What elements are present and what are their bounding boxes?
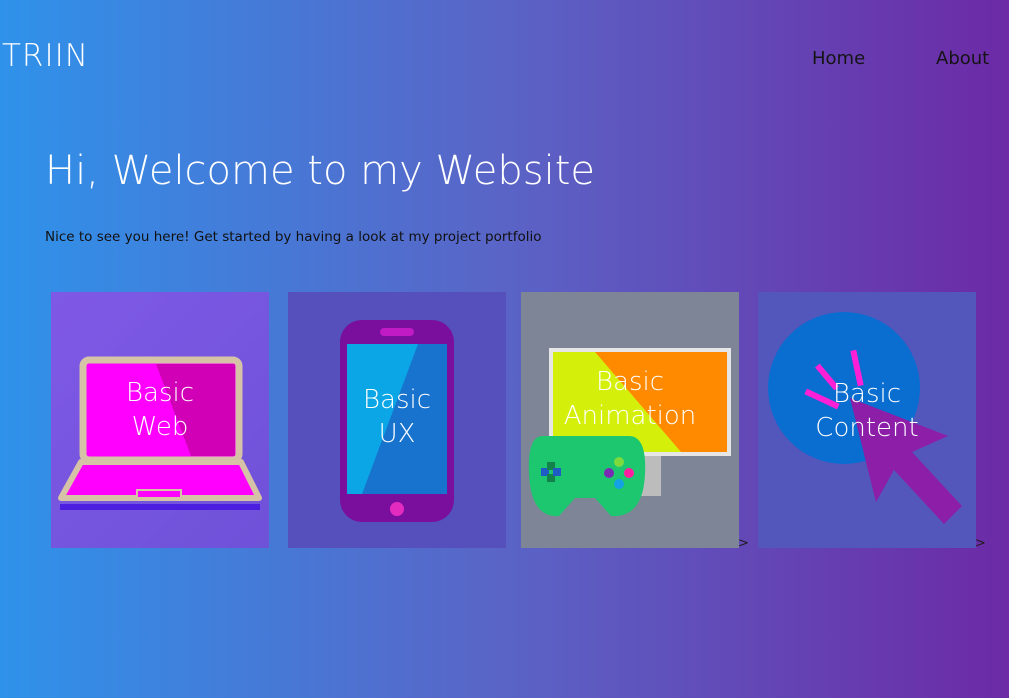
card-label: Basic UX [362,385,432,449]
carousel-arrow[interactable]: > [738,536,749,551]
page-title: Hi, Welcome to my Website [45,148,595,194]
project-card-basic-animation[interactable]: Basic Animation [521,292,739,548]
card-label: Basic Animation [563,367,697,431]
card-label: Basic Web [125,378,195,442]
card-label: Basic Content [815,379,919,443]
nav-link-home[interactable]: Home [812,48,865,69]
site-logo[interactable]: TRIIN [2,38,89,74]
project-card-basic-content[interactable]: Basic Content [758,292,976,548]
project-card-basic-web[interactable]: Basic Web [51,292,269,548]
project-card-basic-ux[interactable]: Basic UX [288,292,506,548]
page-subtitle: Nice to see you here! Get started by hav… [45,229,542,245]
carousel-arrow[interactable]: > [975,536,986,551]
nav-link-about[interactable]: About [936,48,989,69]
